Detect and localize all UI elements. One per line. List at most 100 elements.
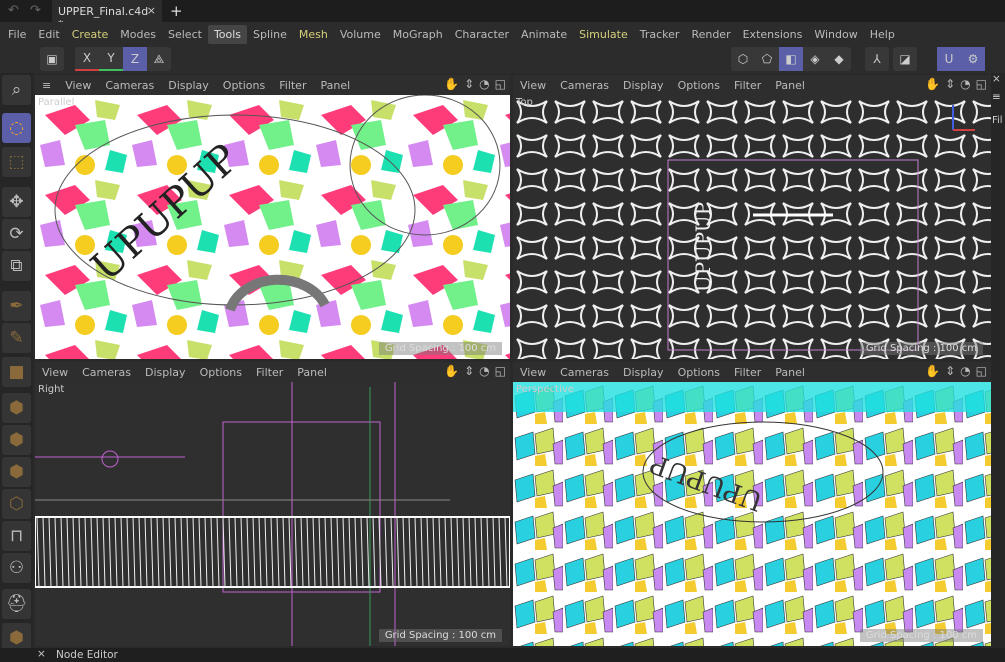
redo-icon[interactable]: ↷ bbox=[30, 3, 41, 18]
menu-character[interactable]: Character bbox=[449, 25, 515, 44]
viewport-menu-view[interactable]: View bbox=[58, 79, 98, 92]
viewport-parallel[interactable]: UPUPUP Parallel Grid Spacing : 100 cm bbox=[35, 95, 510, 359]
maximize-icon[interactable]: ◱ bbox=[495, 364, 506, 378]
viewport-menu-view[interactable]: View bbox=[513, 366, 553, 379]
axis-y-button[interactable]: Y bbox=[99, 47, 123, 71]
model-mode-icon[interactable]: ⬡ bbox=[731, 47, 755, 71]
viewport-menu-options[interactable]: Options bbox=[216, 79, 272, 92]
search-icon[interactable]: ⌕ bbox=[2, 75, 31, 105]
effector-icon[interactable]: ⚇ bbox=[2, 553, 31, 583]
viewport-menu-display[interactable]: Display bbox=[138, 366, 193, 379]
pan-hand-icon[interactable]: ✋ bbox=[444, 77, 459, 91]
move-icon[interactable]: ✥ bbox=[2, 187, 31, 217]
viewport-menu-cameras[interactable]: Cameras bbox=[553, 366, 616, 379]
axis-mode-button[interactable]: ⅄ bbox=[865, 47, 889, 71]
scale-icon[interactable]: ⧉ bbox=[2, 251, 31, 281]
viewport-menu-filter[interactable]: Filter bbox=[272, 79, 313, 92]
undo-icon[interactable]: ↶ bbox=[8, 3, 19, 18]
menu-render[interactable]: Render bbox=[685, 25, 736, 44]
axis-x-button[interactable]: X bbox=[75, 47, 99, 71]
coordinate-system-icon[interactable]: ⟁ bbox=[147, 47, 171, 71]
viewport-menu-display[interactable]: Display bbox=[616, 366, 671, 379]
menu-simulate[interactable]: Simulate bbox=[573, 25, 634, 44]
viewport-menu-panel[interactable]: Panel bbox=[768, 79, 812, 92]
viewport-menu-filter[interactable]: Filter bbox=[727, 366, 768, 379]
deformer-icon[interactable]: ⬡ bbox=[2, 489, 31, 519]
dolly-icon[interactable]: ⇕ bbox=[464, 364, 474, 378]
menu-select[interactable]: Select bbox=[162, 25, 208, 44]
maximize-icon[interactable]: ◱ bbox=[976, 364, 987, 378]
menu-tools[interactable]: Tools bbox=[207, 25, 248, 44]
material-icon[interactable]: ■ bbox=[2, 357, 31, 387]
point-mode-icon[interactable]: ⬠ bbox=[755, 47, 779, 71]
viewport-menu-view[interactable]: View bbox=[35, 366, 75, 379]
menu-extensions[interactable]: Extensions bbox=[737, 25, 809, 44]
live-selection-icon[interactable]: ◌ bbox=[2, 113, 31, 143]
viewport-menu-panel[interactable]: Panel bbox=[313, 79, 357, 92]
dolly-icon[interactable]: ⇕ bbox=[945, 364, 955, 378]
orbit-icon[interactable]: ◔ bbox=[960, 364, 970, 378]
viewport-menu-panel[interactable]: Panel bbox=[768, 366, 812, 379]
polygon-mode-icon[interactable]: ◈ bbox=[803, 47, 827, 71]
primitive-icon[interactable]: ⬢ bbox=[2, 425, 31, 455]
new-tab-button[interactable]: + bbox=[170, 2, 183, 20]
node-editor-tab[interactable]: Node Editor bbox=[56, 649, 118, 661]
menu-tracker[interactable]: Tracker bbox=[634, 25, 686, 44]
viewport-menu-options[interactable]: Options bbox=[671, 366, 727, 379]
cube-icon[interactable]: ⬢ bbox=[2, 393, 31, 423]
menu-window[interactable]: Window bbox=[808, 25, 863, 44]
helmet-icon[interactable]: ⛑ bbox=[2, 589, 31, 619]
spline-pen-icon[interactable]: ✎ bbox=[2, 323, 31, 353]
viewport-menu-display[interactable]: Display bbox=[161, 79, 216, 92]
viewport-hamburger-icon[interactable]: ≡ bbox=[35, 79, 58, 92]
pan-hand-icon[interactable]: ✋ bbox=[925, 77, 940, 91]
hamburger-icon[interactable]: ≡ bbox=[992, 91, 1001, 103]
menu-file[interactable]: File bbox=[2, 25, 32, 44]
pan-hand-icon[interactable]: ✋ bbox=[925, 364, 940, 378]
edge-mode-icon[interactable]: ◧ bbox=[779, 47, 803, 71]
generator-icon[interactable]: ⬢ bbox=[2, 457, 31, 487]
viewport-menu-options[interactable]: Options bbox=[193, 366, 249, 379]
viewport-menu-view[interactable]: View bbox=[513, 79, 553, 92]
menu-volume[interactable]: Volume bbox=[334, 25, 387, 44]
menu-modes[interactable]: Modes bbox=[114, 25, 162, 44]
viewport-menu-options[interactable]: Options bbox=[671, 79, 727, 92]
snap-settings-icon[interactable]: ⚙ bbox=[961, 47, 985, 71]
rotate-icon[interactable]: ⟳ bbox=[2, 219, 31, 249]
snap-magnet-icon[interactable]: U bbox=[937, 47, 961, 71]
viewport-menu-cameras[interactable]: Cameras bbox=[75, 366, 138, 379]
viewport-menu-display[interactable]: Display bbox=[616, 79, 671, 92]
pen-icon[interactable]: ✒ bbox=[2, 291, 31, 321]
viewport-right[interactable]: Right Grid Spacing : 100 cm bbox=[35, 382, 510, 646]
menu-mograph[interactable]: MoGraph bbox=[387, 25, 449, 44]
close-node-editor-icon[interactable]: × bbox=[37, 648, 46, 660]
orbit-icon[interactable]: ◔ bbox=[479, 364, 489, 378]
pan-hand-icon[interactable]: ✋ bbox=[444, 364, 459, 378]
box-selection-icon[interactable]: ⬚ bbox=[2, 147, 31, 177]
bend-icon[interactable]: ⊓ bbox=[2, 521, 31, 551]
dolly-icon[interactable]: ⇕ bbox=[464, 77, 474, 91]
menu-help[interactable]: Help bbox=[864, 25, 901, 44]
menu-spline[interactable]: Spline bbox=[247, 25, 293, 44]
viewport-menu-filter[interactable]: Filter bbox=[727, 79, 768, 92]
solo-button[interactable]: ◪ bbox=[893, 47, 917, 71]
viewport-perspective[interactable]: UPUPUP Perspective Grid Spacing : 100 cm bbox=[513, 382, 991, 646]
menu-create[interactable]: Create bbox=[66, 25, 115, 44]
axis-z-button[interactable]: Z bbox=[123, 47, 147, 71]
orbit-icon[interactable]: ◔ bbox=[479, 77, 489, 91]
viewport-menu-cameras[interactable]: Cameras bbox=[98, 79, 161, 92]
close-tab-icon[interactable]: × bbox=[147, 4, 156, 17]
viewport-top[interactable]: UPUPUP Top Grid Spacing : 100 cm bbox=[513, 95, 991, 359]
object-manager-button[interactable]: ▣ bbox=[40, 47, 64, 71]
orbit-icon[interactable]: ◔ bbox=[960, 77, 970, 91]
viewport-menu-cameras[interactable]: Cameras bbox=[553, 79, 616, 92]
document-tab[interactable]: UPPER_Final.c4d *× bbox=[52, 0, 162, 31]
menu-edit[interactable]: Edit bbox=[32, 25, 65, 44]
viewport-menu-panel[interactable]: Panel bbox=[290, 366, 334, 379]
viewport-menu-filter[interactable]: Filter bbox=[249, 366, 290, 379]
uv-mode-icon[interactable]: ◆ bbox=[827, 47, 851, 71]
menu-mesh[interactable]: Mesh bbox=[293, 25, 334, 44]
menu-animate[interactable]: Animate bbox=[515, 25, 573, 44]
dolly-icon[interactable]: ⇕ bbox=[945, 77, 955, 91]
maximize-icon[interactable]: ◱ bbox=[976, 77, 987, 91]
